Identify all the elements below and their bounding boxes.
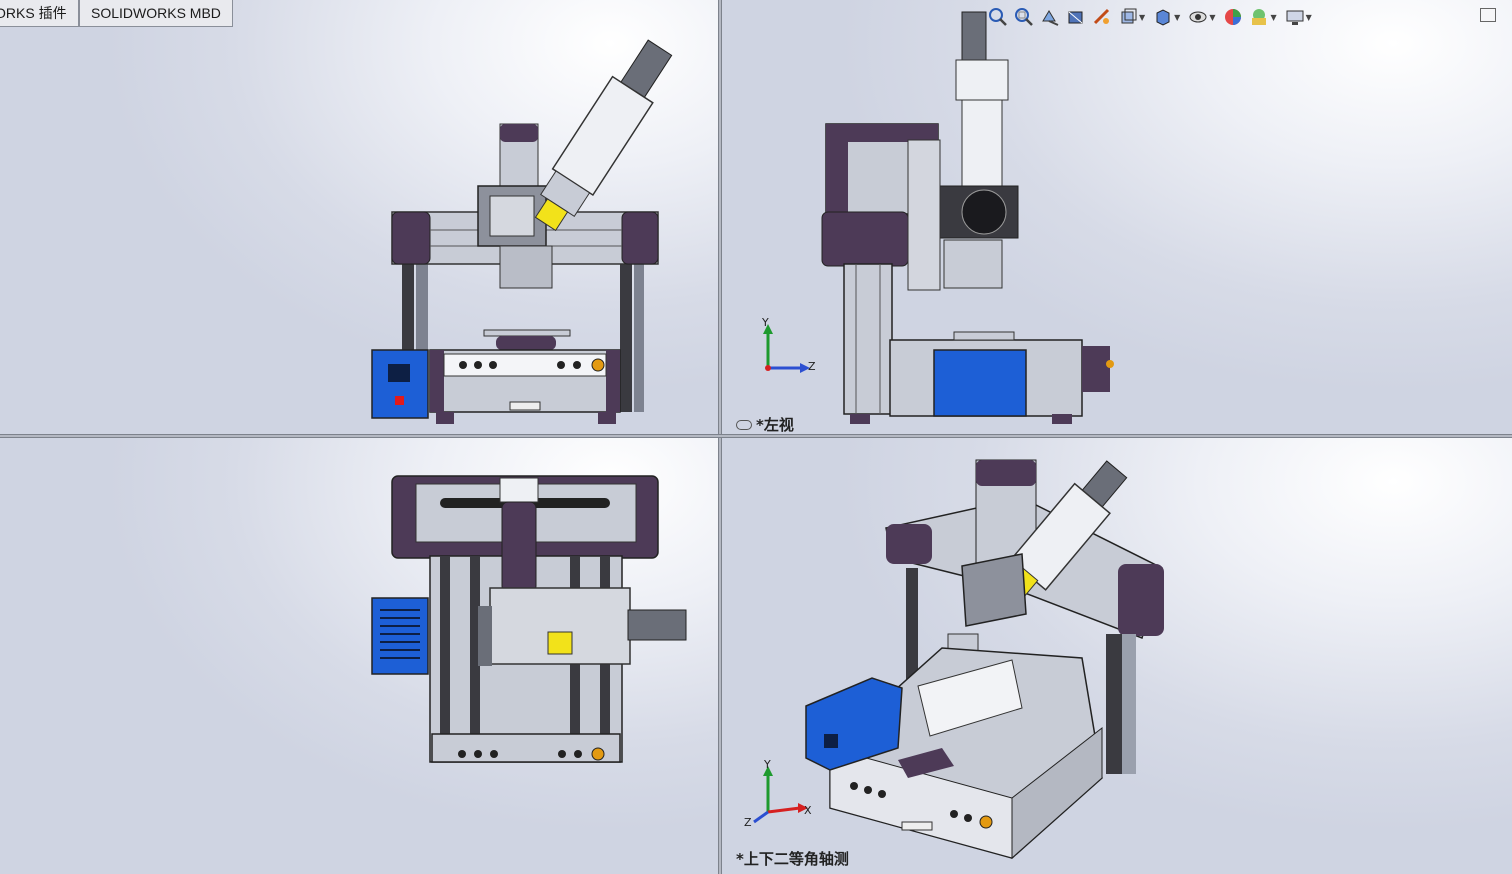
chevron-down-icon[interactable]: ▼	[1306, 13, 1312, 22]
zoom-area-icon[interactable]	[1014, 7, 1034, 27]
chevron-down-icon[interactable]: ▼	[1174, 13, 1180, 22]
dynamic-annotation-icon[interactable]	[1092, 7, 1112, 27]
zoom-to-fit-icon[interactable]	[988, 7, 1008, 27]
tab-solidworks-mbd[interactable]: SOLIDWORKS MBD	[79, 0, 233, 27]
triad-y-label: Y	[764, 758, 771, 771]
hide-show-items-icon[interactable]	[1188, 7, 1208, 27]
previous-view-icon[interactable]	[1040, 7, 1060, 27]
apply-scene-icon[interactable]	[1249, 7, 1269, 27]
left-view-model	[763, 11, 1114, 424]
viewport-front[interactable]	[0, 0, 718, 434]
maximize-view-icon[interactable]	[1480, 8, 1496, 22]
top-view-model	[371, 475, 687, 763]
front-view-model	[371, 39, 673, 424]
edit-appearance-icon[interactable]	[1223, 7, 1243, 27]
view-name-isometric: *上下二等角轴测	[736, 850, 849, 868]
viewport-divider-horizontal[interactable]	[0, 434, 1512, 438]
command-manager-tabs: ORKS 插件 SOLIDWORKS MBD	[0, 0, 233, 28]
tab-addins[interactable]: ORKS 插件	[0, 0, 79, 27]
viewport-isometric-view[interactable]: Y X Z *上下二等角轴测	[722, 438, 1512, 874]
isometric-view-model	[753, 459, 1164, 860]
viewport-top-view[interactable]	[0, 438, 718, 874]
section-view-icon[interactable]	[1066, 7, 1086, 27]
chevron-down-icon[interactable]: ▼	[1270, 13, 1276, 22]
chevron-down-icon[interactable]: ▼	[1209, 13, 1215, 22]
display-style-icon[interactable]	[1153, 7, 1173, 27]
triad-z-label: Z	[744, 816, 752, 829]
triad-x-label: X	[804, 804, 812, 817]
triad-z-label: Z	[808, 360, 816, 373]
viewport-left-view[interactable]: Y Z *左视	[722, 0, 1512, 434]
triad-y-label: Y	[762, 316, 769, 329]
chevron-down-icon[interactable]: ▼	[1139, 13, 1145, 22]
view-name-left: *左视	[756, 416, 794, 434]
heads-up-view-toolbar: ▼ ▼ ▼ ▼ ▼	[988, 6, 1314, 28]
link-view-icon[interactable]	[736, 420, 752, 430]
view-orientation-icon[interactable]	[1118, 7, 1138, 27]
view-settings-icon[interactable]	[1285, 7, 1305, 27]
